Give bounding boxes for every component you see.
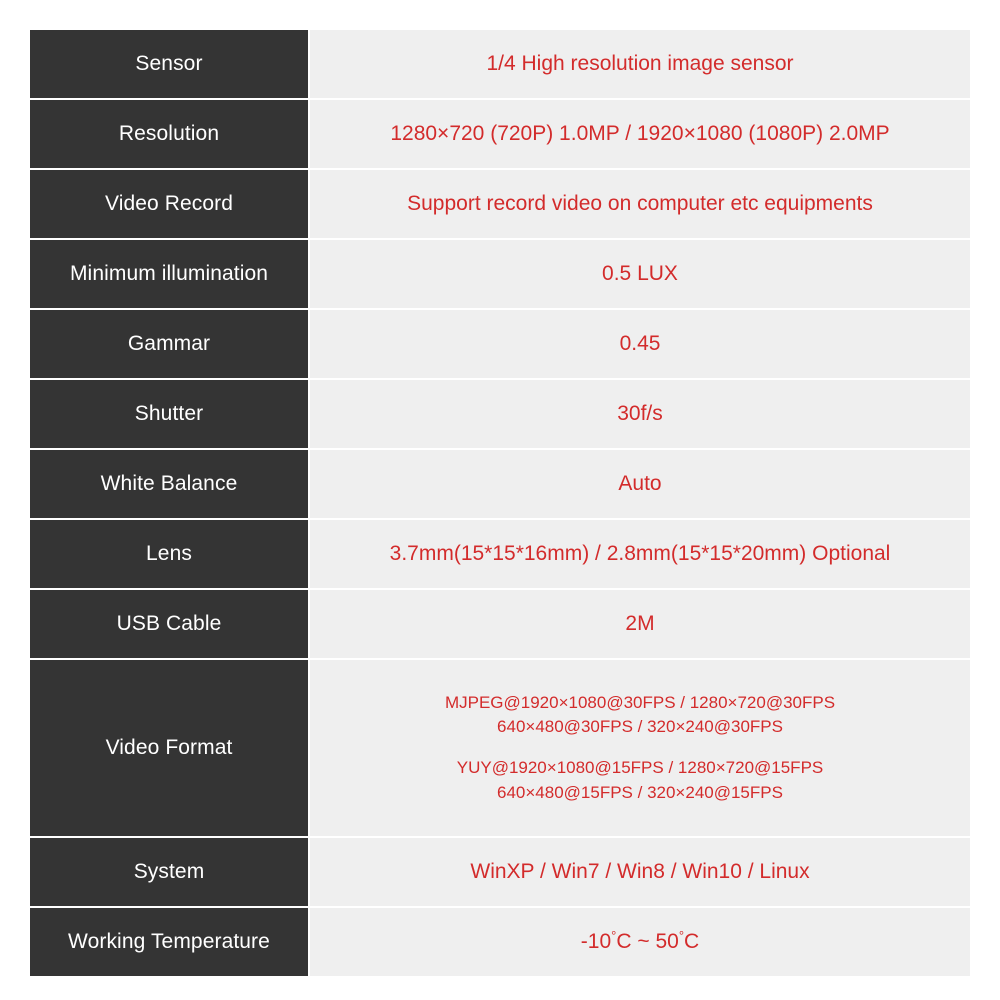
video-format-mjpeg-block: MJPEG@1920×1080@30FPS / 1280×720@30FPS 6… — [445, 691, 835, 740]
table-row: Lens 3.7mm(15*15*16mm) / 2.8mm(15*15*20m… — [30, 520, 970, 588]
table-row: USB Cable 2M — [30, 590, 970, 658]
table-row: Video Record Support record video on com… — [30, 170, 970, 238]
spec-label-working-temperature: Working Temperature — [30, 908, 308, 976]
spec-value-sensor: 1/4 High resolution image sensor — [310, 30, 970, 98]
spec-label-usb-cable: USB Cable — [30, 590, 308, 658]
spec-label-sensor: Sensor — [30, 30, 308, 98]
spec-label-resolution: Resolution — [30, 100, 308, 168]
temperature-unit-mid: C ~ 50 — [616, 930, 679, 954]
spec-label-system: System — [30, 838, 308, 906]
table-row: Shutter 30f/s — [30, 380, 970, 448]
spec-value-video-format: MJPEG@1920×1080@30FPS / 1280×720@30FPS 6… — [310, 660, 970, 836]
video-format-yuy-block: YUY@1920×1080@15FPS / 1280×720@15FPS 640… — [457, 756, 824, 805]
spec-value-video-record: Support record video on computer etc equ… — [310, 170, 970, 238]
table-row: Sensor 1/4 High resolution image sensor — [30, 30, 970, 98]
video-format-line: MJPEG@1920×1080@30FPS / 1280×720@30FPS — [444, 692, 836, 712]
spec-value-minimum-illumination: 0.5 LUX — [310, 240, 970, 308]
temperature-range: -10°C ~ 50°C — [581, 928, 699, 955]
spec-value-working-temperature: -10°C ~ 50°C — [310, 908, 970, 976]
table-row: System WinXP / Win7 / Win8 / Win10 / Lin… — [30, 838, 970, 906]
temperature-min: -10 — [580, 930, 612, 954]
spec-value-shutter: 30f/s — [310, 380, 970, 448]
spec-label-minimum-illumination: Minimum illumination — [30, 240, 308, 308]
spec-label-gammar: Gammar — [30, 310, 308, 378]
spec-value-system: WinXP / Win7 / Win8 / Win10 / Linux — [310, 838, 970, 906]
table-row: Video Format MJPEG@1920×1080@30FPS / 128… — [30, 660, 970, 836]
table-row: White Balance Auto — [30, 450, 970, 518]
video-format-line: 640×480@15FPS / 320×240@15FPS — [497, 782, 783, 802]
spec-label-video-record: Video Record — [30, 170, 308, 238]
temperature-unit-end: C — [684, 930, 700, 954]
table-row: Working Temperature -10°C ~ 50°C — [30, 908, 970, 976]
table-row: Resolution 1280×720 (720P) 1.0MP / 1920×… — [30, 100, 970, 168]
spec-label-video-format: Video Format — [30, 660, 308, 836]
spec-label-white-balance: White Balance — [30, 450, 308, 518]
specification-table: Sensor 1/4 High resolution image sensor … — [30, 30, 970, 976]
spec-label-lens: Lens — [30, 520, 308, 588]
spec-value-resolution: 1280×720 (720P) 1.0MP / 1920×1080 (1080P… — [310, 100, 970, 168]
spec-value-usb-cable: 2M — [310, 590, 970, 658]
spec-value-lens: 3.7mm(15*15*16mm) / 2.8mm(15*15*20mm) Op… — [310, 520, 970, 588]
table-row: Minimum illumination 0.5 LUX — [30, 240, 970, 308]
video-format-line: YUY@1920×1080@15FPS / 1280×720@15FPS — [456, 758, 824, 777]
spec-label-shutter: Shutter — [30, 380, 308, 448]
table-row: Gammar 0.45 — [30, 310, 970, 378]
video-format-line: 640×480@30FPS / 320×240@30FPS — [497, 717, 783, 737]
spec-value-gammar: 0.45 — [310, 310, 970, 378]
spec-value-white-balance: Auto — [310, 450, 970, 518]
